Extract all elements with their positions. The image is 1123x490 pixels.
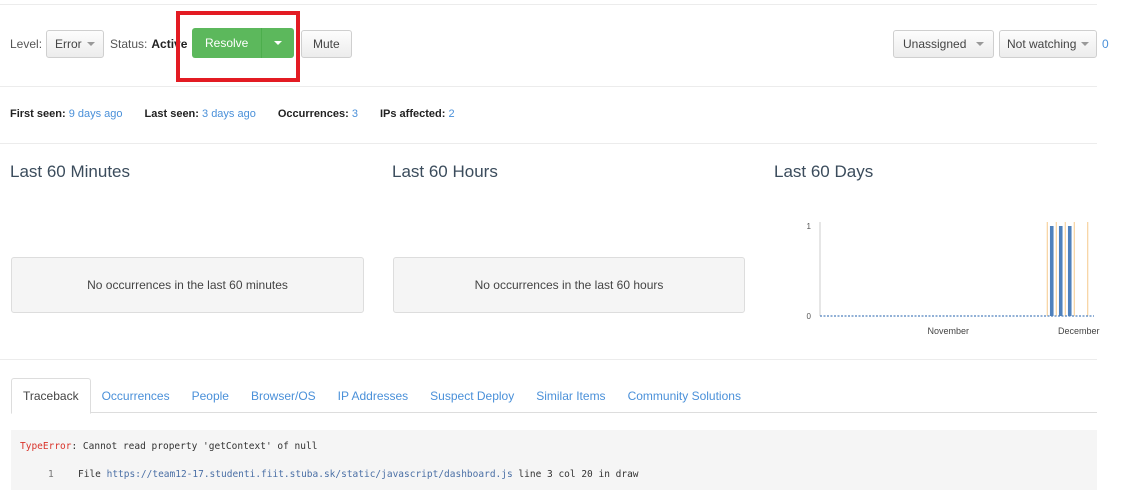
ips-affected-stat: IPs affected: 2 [380,108,455,120]
last-60-days-title: Last 60 Days [774,162,874,181]
chart-x-tick-label: November [927,326,969,336]
detail-tabs: Traceback Occurrences People Browser/OS IP A… [11,378,1097,414]
last-60-minutes-title: Last 60 Minutes [10,162,131,181]
chart-bar [1049,226,1054,316]
occurrences-label: Occurrences: [277,108,349,120]
issue-stats: First seen: 9 days ago Last seen: 3 days… [10,108,477,120]
chart-y-tick-label: 1 [807,222,812,231]
traceback-panel: TypeError: Cannot read property 'getCont… [11,430,1097,490]
issue-toolbar: Level: Error Status: Active Resolve Mute… [0,28,1123,62]
frame-file-prefix: File [78,469,107,480]
frame-file-link[interactable]: https://team12-17.studenti.fiit.stuba.sk… [107,469,513,480]
watch-count[interactable]: 0 [1102,37,1109,51]
minutes-empty-panel: No occurrences in the last 60 minutes [11,257,364,313]
frame-file-suffix: line 3 col 20 in draw [512,469,639,480]
status-value: Active [151,37,188,51]
resolve-button[interactable]: Resolve [192,28,263,58]
caret-down-icon [976,42,985,46]
tab-ip-addresses[interactable]: IP Addresses [327,378,420,413]
caret-down-icon [1081,42,1090,46]
chart-y-tick-label: 0 [807,312,812,321]
error-type: TypeError [20,441,72,452]
last-seen-stat: Last seen: 3 days ago [145,108,256,120]
resolve-dropdown-toggle[interactable] [262,28,295,58]
tab-suspect-deploy[interactable]: Suspect Deploy [419,378,525,413]
mute-button[interactable]: Mute [301,30,352,58]
top-divider [0,4,1097,5]
traceback-frame: 1 File https://team12-17.studenti.fiit.st… [48,469,639,480]
assignee-value: Unassigned [903,37,967,51]
tab-similar-items[interactable]: Similar Items [525,378,616,413]
level-dropdown[interactable]: Error [46,30,104,58]
caret-down-icon [86,42,95,46]
traceback-error-line: TypeError: Cannot read property 'getCont… [20,441,317,452]
level-label: Level: [10,37,43,51]
occurrences-value[interactable]: 3 [352,108,358,120]
last-seen-label: Last seen: [144,108,199,120]
minutes-empty-message: No occurrences in the last 60 minutes [87,278,288,292]
stats-divider [0,143,1097,144]
chart-bar [1067,226,1072,316]
toolbar-divider [0,86,1097,87]
watch-value: Not watching [1007,37,1077,51]
status-display: Status: Active [110,30,187,58]
occurrences-stat: Occurrences: 3 [278,108,358,120]
tab-people[interactable]: People [181,378,240,413]
first-seen-label: First seen: [10,108,66,120]
last-60-days-chart: 1 0 November December [807,222,1100,336]
tab-community-solutions[interactable]: Community Solutions [617,378,752,413]
last-seen-value[interactable]: 3 days ago [202,108,256,120]
level-control: Level: [10,30,42,58]
last-60-hours-title: Last 60 Hours [392,162,498,181]
status-label: Status: [110,37,148,51]
tab-occurrences[interactable]: Occurrences [91,378,181,413]
tab-traceback[interactable]: Traceback [11,378,91,414]
hours-empty-panel: No occurrences in the last 60 hours [393,257,745,313]
watch-dropdown[interactable]: Not watching [999,30,1098,58]
charts-divider [0,359,1097,360]
tab-browser-os[interactable]: Browser/OS [240,378,327,413]
level-value: Error [55,37,82,51]
first-seen-value[interactable]: 9 days ago [69,108,123,120]
hours-empty-message: No occurrences in the last 60 hours [474,278,664,292]
ips-affected-value[interactable]: 2 [448,108,454,120]
assignee-dropdown[interactable]: Unassigned [893,30,995,58]
chart-bar [1058,226,1063,316]
ips-affected-label: IPs affected: [379,108,446,120]
resolve-button-group: Resolve [192,28,295,58]
caret-down-icon [274,41,283,45]
chart-x-tick-label: December [1058,326,1100,336]
error-message: : Cannot read property 'getContext' of n… [71,441,318,452]
first-seen-stat: First seen: 9 days ago [10,108,123,120]
frame-number: 1 [48,469,54,480]
